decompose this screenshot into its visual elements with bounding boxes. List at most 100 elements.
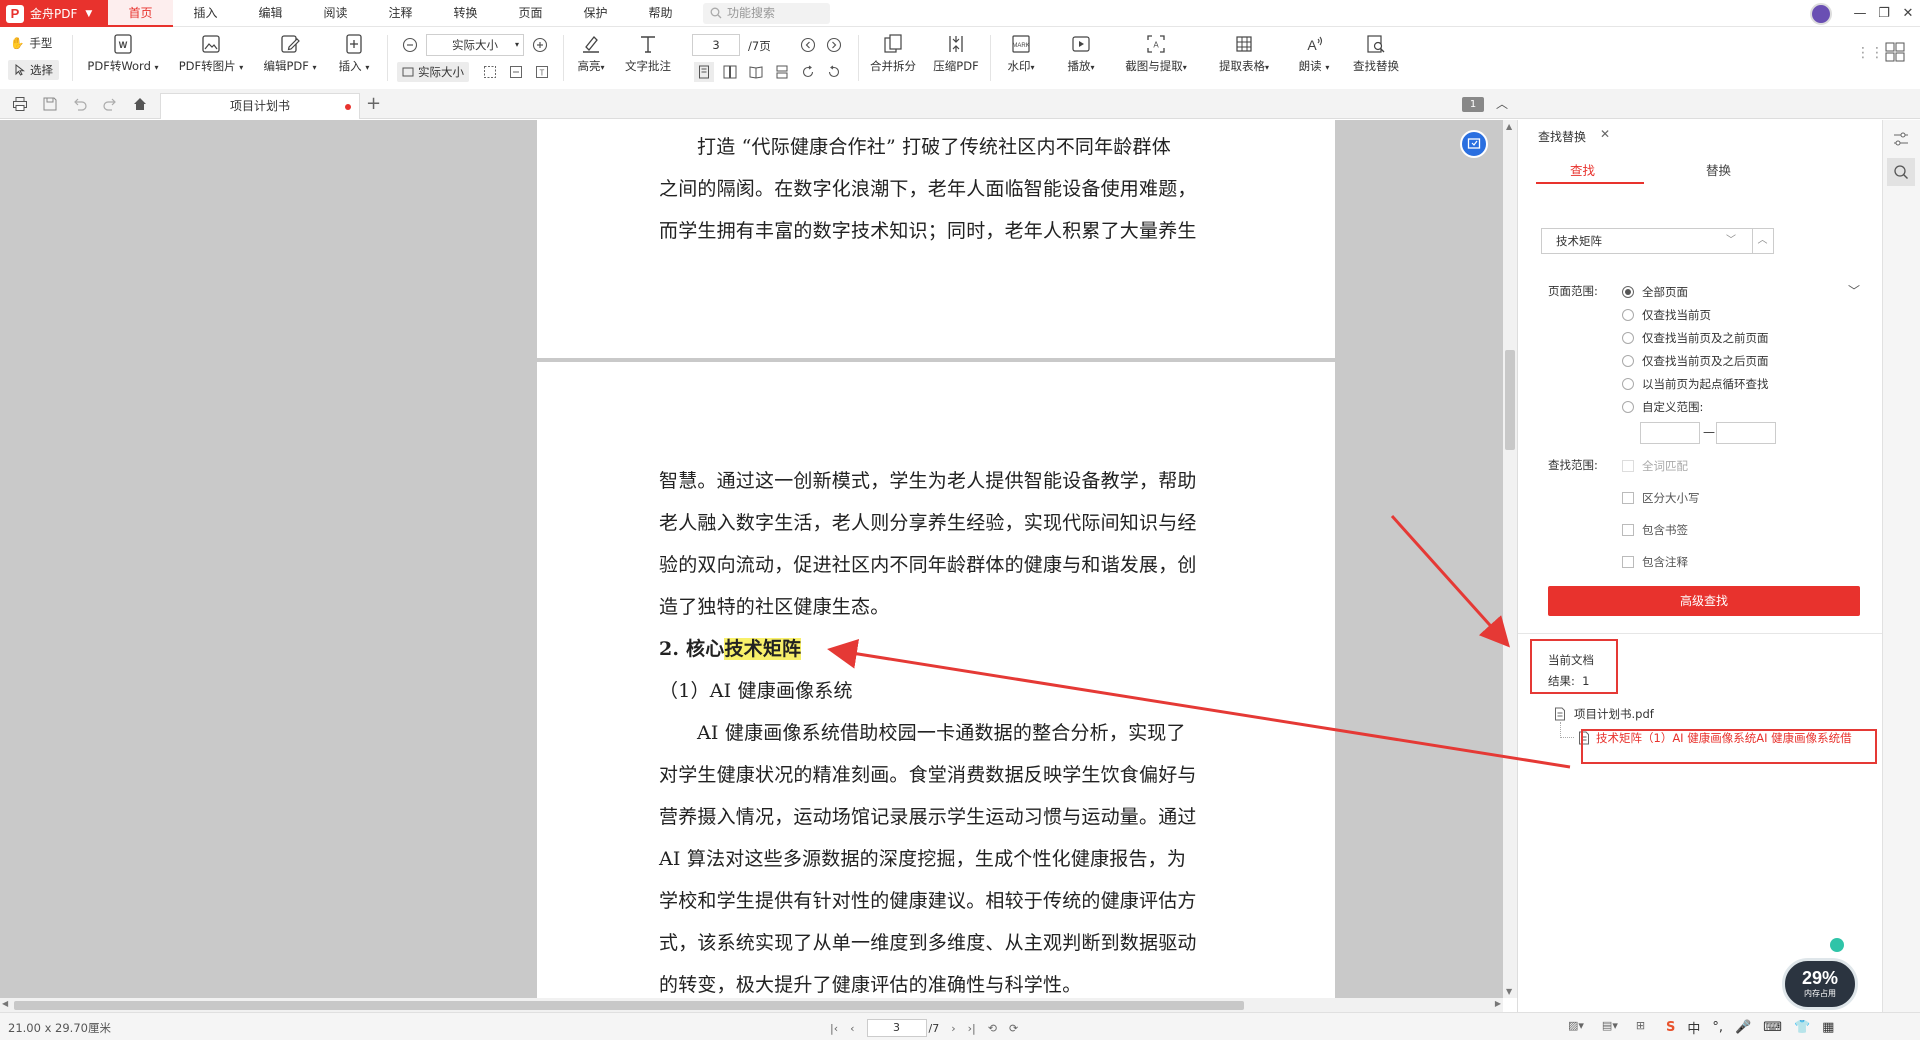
prev-page-icon[interactable]: ‹: [850, 1022, 854, 1035]
minimize-icon[interactable]: —: [1850, 4, 1870, 24]
prev-page-button[interactable]: [798, 35, 818, 55]
tab-protect[interactable]: 保护: [563, 0, 628, 27]
function-search-input[interactable]: 功能搜索: [703, 3, 830, 24]
document-tab[interactable]: 项目计划书: [160, 93, 360, 119]
zoom-select[interactable]: 实际大小 ▾: [426, 34, 524, 56]
tab-convert[interactable]: 转换: [433, 0, 498, 27]
page-layout-icon[interactable]: ▤▾: [1602, 1019, 1618, 1032]
scrollbar-thumb[interactable]: [1505, 350, 1515, 450]
app-menu-button[interactable]: P 金舟PDF ▼: [0, 0, 108, 27]
actual-size-button[interactable]: 实际大小: [397, 62, 469, 82]
tab-annotate[interactable]: 注释: [368, 0, 433, 27]
layout-toggle-button[interactable]: [1884, 41, 1906, 63]
extract-table-button[interactable]: 提取表格▾: [1212, 33, 1276, 74]
toolbox-icon[interactable]: ▦: [1822, 1020, 1834, 1035]
radio-current-and-before[interactable]: 仅查找当前页及之前页面: [1622, 329, 1769, 347]
view-mode-icon[interactable]: ▨▾: [1568, 1019, 1584, 1032]
radio-all-pages[interactable]: 全部页面: [1622, 283, 1688, 301]
rotate-left-button[interactable]: [798, 62, 818, 82]
next-result-button[interactable]: ︿: [1752, 228, 1774, 254]
continuous-view-button[interactable]: [772, 62, 792, 82]
range-end-input[interactable]: [1716, 422, 1776, 444]
text-select-button[interactable]: T: [532, 62, 552, 82]
print-button[interactable]: [12, 96, 28, 112]
range-start-input[interactable]: [1640, 422, 1700, 444]
radio-current-page[interactable]: 仅查找当前页: [1622, 306, 1711, 324]
status-page-input[interactable]: 3: [866, 1019, 927, 1037]
search-side-button[interactable]: [1887, 158, 1915, 186]
pdf-to-word-button[interactable]: W PDF转Word ▾: [84, 33, 162, 74]
forward-view-icon[interactable]: ⟳: [1009, 1022, 1018, 1035]
single-page-button[interactable]: [694, 62, 714, 82]
keyboard-icon[interactable]: ⌨: [1763, 1020, 1782, 1035]
collapse-ribbon-icon[interactable]: ︿: [1496, 95, 1508, 112]
fit-width-button[interactable]: [506, 62, 526, 82]
collapse-options-icon[interactable]: ﹀: [1848, 282, 1860, 299]
find-replace-button[interactable]: 查找替换: [1348, 33, 1404, 74]
pdf-to-image-button[interactable]: PDF转图片 ▾: [172, 33, 250, 74]
scroll-up-icon[interactable]: ▲: [1506, 122, 1512, 131]
settings-sliders-button[interactable]: [1892, 130, 1910, 148]
tab-page[interactable]: 页面: [498, 0, 563, 27]
ime-logo-icon[interactable]: S: [1666, 1020, 1675, 1035]
document-viewer[interactable]: 打造 “代际健康合作社” 打破了传统社区内不同年龄群体 之间的隔阂。在数字化浪潮…: [0, 120, 1503, 998]
zoom-in-button[interactable]: [530, 35, 550, 55]
tab-read[interactable]: 阅读: [303, 0, 368, 27]
close-panel-icon[interactable]: ✕: [1600, 127, 1610, 141]
tab-edit[interactable]: 编辑: [238, 0, 303, 27]
redo-button[interactable]: [102, 96, 118, 112]
home-button[interactable]: [132, 96, 148, 112]
close-icon[interactable]: ✕: [1898, 4, 1918, 24]
insert-button[interactable]: 插入 ▾: [330, 33, 378, 74]
horizontal-scrollbar[interactable]: ◀ ▶: [0, 998, 1503, 1012]
floating-tool-button[interactable]: [1460, 130, 1488, 158]
compress-pdf-button[interactable]: 压缩PDF: [928, 33, 984, 74]
rotate-right-button[interactable]: [824, 62, 844, 82]
advanced-search-button[interactable]: 高级查找: [1548, 586, 1860, 616]
fit-page-button[interactable]: [480, 62, 500, 82]
next-page-button[interactable]: [824, 35, 844, 55]
edit-pdf-button[interactable]: 编辑PDF ▾: [255, 33, 325, 74]
tab-find[interactable]: 查找: [1570, 160, 1595, 179]
last-page-icon[interactable]: ›|: [968, 1022, 976, 1035]
undo-button[interactable]: [72, 96, 88, 112]
checkbox-include-annotations[interactable]: 包含注释: [1622, 553, 1688, 571]
text-note-button[interactable]: 文字批注: [620, 33, 676, 74]
radio-current-and-after[interactable]: 仅查找当前页及之后页面: [1622, 352, 1769, 370]
watermark-button[interactable]: MARK 水印▾: [1000, 33, 1042, 74]
save-button[interactable]: [42, 96, 58, 112]
fit-icon[interactable]: ⊞: [1636, 1019, 1645, 1032]
highlight-button[interactable]: 高亮▾: [572, 33, 610, 74]
play-button[interactable]: 播放▾: [1060, 33, 1102, 74]
screenshot-extract-button[interactable]: A 截图与提取▾: [1118, 33, 1194, 74]
hand-tool-button[interactable]: ✋ 手型: [10, 33, 52, 53]
result-file-node[interactable]: 项目计划书.pdf: [1554, 706, 1654, 722]
memory-usage-widget[interactable]: 29% 内存占用: [1782, 958, 1858, 1010]
drag-handle-icon[interactable]: ⋮⋮: [1856, 45, 1884, 61]
tab-help[interactable]: 帮助: [628, 0, 693, 27]
two-page-button[interactable]: [720, 62, 740, 82]
new-tab-button[interactable]: +: [366, 93, 381, 114]
prev-result-icon[interactable]: ﹀: [1726, 229, 1736, 253]
tab-replace[interactable]: 替换: [1706, 160, 1731, 179]
skin-icon[interactable]: 👕: [1794, 1020, 1810, 1035]
scroll-down-icon[interactable]: ▼: [1506, 987, 1512, 996]
book-view-button[interactable]: [746, 62, 766, 82]
scroll-right-icon[interactable]: ▶: [1495, 999, 1501, 1008]
restore-icon[interactable]: ❐: [1874, 4, 1894, 24]
vertical-scrollbar[interactable]: ▲ ▼: [1503, 120, 1517, 998]
microphone-icon[interactable]: 🎤: [1735, 1020, 1751, 1035]
checkbox-include-bookmarks[interactable]: 包含书签: [1622, 521, 1688, 539]
next-page-icon[interactable]: ›: [951, 1022, 955, 1035]
user-avatar[interactable]: [1810, 3, 1832, 25]
search-input[interactable]: 技术矩阵 ﹀: [1541, 228, 1753, 254]
ime-punctuation-icon[interactable]: °,: [1712, 1020, 1723, 1035]
first-page-icon[interactable]: |‹: [830, 1022, 838, 1035]
read-aloud-button[interactable]: A 朗读 ▾: [1290, 33, 1338, 74]
back-view-icon[interactable]: ⟲: [988, 1022, 997, 1035]
checkbox-case-sensitive[interactable]: 区分大小写: [1622, 489, 1700, 507]
merge-split-button[interactable]: 合并拆分: [866, 33, 920, 74]
radio-loop-from-current[interactable]: 以当前页为起点循环查找: [1622, 375, 1769, 393]
zoom-out-button[interactable]: [400, 35, 420, 55]
tab-home[interactable]: 首页: [108, 0, 173, 27]
